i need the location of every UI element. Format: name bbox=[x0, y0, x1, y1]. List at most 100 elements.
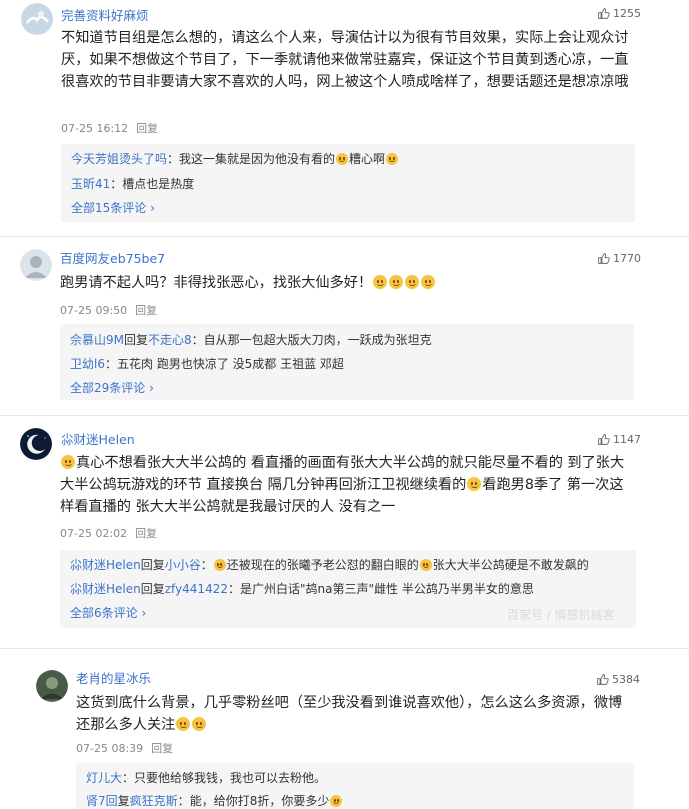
like-count: 1770 bbox=[613, 252, 641, 265]
reply-separator: ： bbox=[122, 771, 135, 785]
comment-text: 不知道节目组是怎么想的，请这么个人来，导演估计以为很有节目效果，实际上会让观众讨… bbox=[61, 30, 629, 90]
like-button[interactable]: 1255 bbox=[597, 7, 641, 20]
comment-meta: 07-25 16:12 回复 bbox=[61, 120, 158, 136]
thumbs-up-icon bbox=[598, 8, 610, 19]
reply-button[interactable]: 回复 bbox=[136, 122, 158, 135]
grin-icon bbox=[213, 559, 226, 571]
reply-username[interactable]: 佘慕山9M bbox=[70, 333, 124, 347]
thumbs-up-icon bbox=[598, 253, 610, 264]
all-replies-link[interactable]: 全部29条评论 › bbox=[70, 379, 154, 396]
watermark: 百家号 / 情感机械客 bbox=[507, 608, 615, 622]
reply-text-2: 张大大半公鸪硬是不敢发飙的 bbox=[432, 558, 589, 572]
reply-word: 回复 bbox=[140, 582, 165, 596]
reply-target[interactable]: 小小谷 bbox=[165, 558, 201, 572]
reply-text: 自从那一包超大版大刀肉，一跃成为张坦克 bbox=[203, 333, 432, 347]
reply-text: 能，给你打8折，你要多少 bbox=[189, 794, 330, 808]
grin-icon bbox=[373, 275, 388, 289]
reply-text: 是广州白话"鸪na第三声"雌性 半公鸪乃半男半女的意思 bbox=[240, 582, 534, 596]
thumbs-up-icon bbox=[598, 434, 610, 445]
reply-line: 今天芳姐烫头了吗：我这一集就是因为他没有看的 糟心啊 bbox=[71, 150, 399, 168]
reply-separator: ： bbox=[177, 794, 190, 808]
comment-time: 07-25 08:39 bbox=[76, 742, 144, 755]
like-count: 1147 bbox=[613, 433, 641, 446]
reply-button[interactable]: 回复 bbox=[135, 527, 157, 540]
reply-line: 尛财迷Helen回复小小谷： 还被现在的张曦予老公怼的翻白眼的 张大大半公鸪硬是不敢… bbox=[70, 556, 589, 574]
like-count: 5384 bbox=[612, 673, 640, 686]
reply-username[interactable]: 尛财迷Helen bbox=[70, 558, 141, 572]
comment-username[interactable]: 完善资料好麻烦 bbox=[61, 5, 149, 24]
avatar[interactable] bbox=[20, 249, 52, 281]
grin-icon bbox=[192, 717, 207, 731]
reply-separator: ： bbox=[200, 558, 213, 572]
comment-text-body: 这货到底什么背景，几乎零粉丝吧（至少我没看到谁说喜欢他），怎么这么多资源，微博还… bbox=[76, 695, 623, 733]
reply-line: 尛财迷Helen回复zfy441422：是广州白话"鸪na第三声"雌性 半公鸪乃… bbox=[70, 580, 534, 598]
avatar[interactable] bbox=[20, 428, 52, 460]
reply-line: 卫幼l6：五花肉 跑男也快凉了 没5成都 王祖蓝 邓超 bbox=[70, 355, 344, 373]
comment-username[interactable]: 老肖的星冰乐 bbox=[76, 668, 151, 687]
reply-separator: ： bbox=[191, 333, 204, 347]
reply-box: 佘慕山9M回复不走心8：自从那一包超大版大刀肉，一跃成为张坦克 卫幼l6：五花肉… bbox=[60, 324, 634, 400]
reply-username[interactable]: 卫幼l6 bbox=[70, 357, 105, 371]
reply-line: 佘慕山9M回复不走心8：自从那一包超大版大刀肉，一跃成为张坦克 bbox=[70, 331, 432, 349]
reply-word: 复 bbox=[117, 794, 130, 808]
comment-text: 真心不想看张大大半公鸪的 看直播的画面有张大大半公鸪的就只能尽量不看的 到了张大… bbox=[60, 452, 635, 518]
grin-icon bbox=[176, 717, 191, 731]
avatar[interactable] bbox=[21, 3, 53, 35]
reply-separator: ： bbox=[167, 152, 180, 166]
sad-face-icon bbox=[386, 153, 399, 165]
all-replies-link[interactable]: 全部15条评论 › bbox=[71, 199, 155, 216]
reply-line: 灯儿大：只要他给够我钱，我也可以去粉他。 bbox=[86, 769, 326, 787]
grin-icon bbox=[421, 275, 436, 289]
reply-word: 回复 bbox=[140, 558, 165, 572]
reply-separator: ： bbox=[110, 177, 123, 191]
like-count: 1255 bbox=[613, 7, 641, 20]
reply-box: 今天芳姐烫头了吗：我这一集就是因为他没有看的 糟心啊 玉昕41：槽点也是热度 全部… bbox=[61, 144, 635, 222]
avatar[interactable] bbox=[36, 670, 68, 702]
comment-text: 这货到底什么背景，几乎零粉丝吧（至少我没看到谁说喜欢他），怎么这么多资源，微博还… bbox=[76, 692, 636, 736]
reply-separator: ： bbox=[104, 357, 117, 371]
reply-text: 槽点也是热度 bbox=[122, 177, 195, 191]
like-button[interactable]: 5384 bbox=[596, 673, 640, 686]
sad-face-icon bbox=[336, 153, 349, 165]
like-button[interactable]: 1770 bbox=[597, 252, 641, 265]
grin-icon bbox=[419, 559, 432, 571]
comment-meta: 07-25 09:50 回复 bbox=[60, 302, 157, 318]
reply-line: 玉昕41：槽点也是热度 bbox=[71, 175, 194, 193]
reply-text: 我这一集就是因为他没有看的 bbox=[179, 152, 336, 166]
grin-icon bbox=[389, 275, 404, 289]
reply-line: 肾7回复疯狂克斯：能，给你打8折，你要多少 bbox=[86, 792, 343, 809]
reply-button[interactable]: 回复 bbox=[151, 742, 173, 755]
divider bbox=[0, 236, 689, 237]
thumbs-up-icon bbox=[597, 674, 609, 685]
reply-word: 回复 bbox=[124, 333, 149, 347]
reply-username[interactable]: 灯儿大 bbox=[86, 771, 122, 785]
reply-username[interactable]: 肾7回 bbox=[86, 794, 118, 808]
comment-username[interactable]: 尛财迷Helen bbox=[61, 429, 135, 448]
reply-text: 还被现在的张曦予老公怼的翻白眼的 bbox=[226, 558, 419, 572]
reply-box: 灯儿大：只要他给够我钱，我也可以去粉他。 肾7回复疯狂克斯：能，给你打8折，你要… bbox=[76, 763, 634, 809]
reply-username[interactable]: 今天芳姐烫头了吗 bbox=[71, 152, 167, 166]
comment-time: 07-25 02:02 bbox=[60, 527, 128, 540]
reply-username[interactable]: 玉昕41 bbox=[71, 177, 110, 191]
divider bbox=[0, 648, 689, 649]
comment-time: 07-25 16:12 bbox=[61, 122, 129, 135]
reply-target[interactable]: 不走心8 bbox=[148, 333, 192, 347]
grin-icon bbox=[467, 477, 482, 491]
reply-target[interactable]: 疯狂克斯 bbox=[130, 794, 178, 808]
reply-target[interactable]: zfy441422 bbox=[165, 582, 228, 596]
reply-text: 五花肉 跑男也快凉了 没5成都 王祖蓝 邓超 bbox=[117, 357, 344, 371]
grin-icon bbox=[61, 455, 75, 469]
reply-separator: ： bbox=[227, 582, 240, 596]
all-replies-link[interactable]: 全部6条评论 › bbox=[70, 604, 146, 621]
comment-meta: 07-25 08:39 回复 bbox=[76, 740, 173, 756]
grin-icon bbox=[405, 275, 420, 289]
comment-text: 跑男请不起人吗？非得找张恶心，找张大仙多好！ bbox=[60, 272, 635, 294]
comment-text-body: 跑男请不起人吗？非得找张恶心，找张大仙多好！ bbox=[60, 275, 373, 291]
reply-text: 只要他给够我钱，我也可以去粉他。 bbox=[134, 771, 327, 785]
comment-meta: 07-25 02:02 回复 bbox=[60, 525, 157, 541]
comment-username[interactable]: 百度网友eb75be7 bbox=[60, 248, 165, 267]
grin-icon bbox=[330, 795, 343, 807]
reply-username[interactable]: 尛财迷Helen bbox=[70, 582, 141, 596]
reply-button[interactable]: 回复 bbox=[135, 304, 157, 317]
like-button[interactable]: 1147 bbox=[597, 433, 641, 446]
